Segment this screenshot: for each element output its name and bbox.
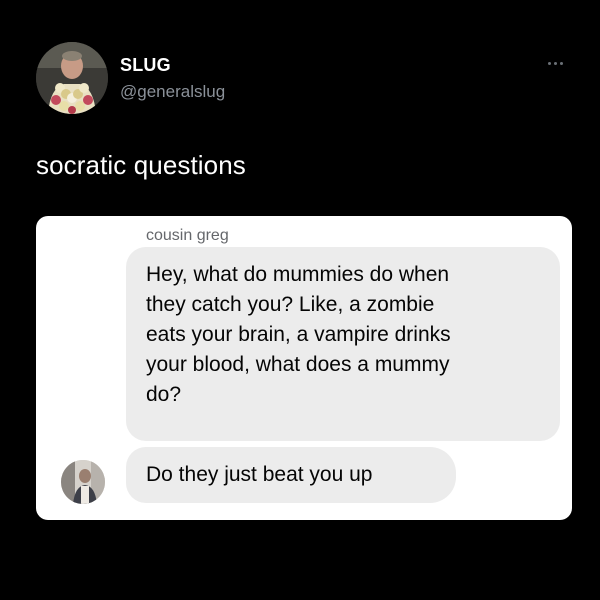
sender-avatar: [61, 460, 105, 504]
author-avatar[interactable]: [36, 42, 108, 114]
message-bubble: Hey, what do mummies do when they catch …: [126, 247, 560, 441]
dot: [548, 61, 551, 65]
message-screenshot-card[interactable]: cousin greg Hey, what do mummies do when…: [36, 216, 572, 520]
dot: [560, 61, 563, 65]
tweet-header: SLUG @generalslug: [36, 42, 576, 122]
more-options-icon[interactable]: [548, 58, 572, 68]
author-display-name[interactable]: SLUG: [120, 55, 171, 76]
message-bubble: Do they just beat you up: [126, 447, 456, 503]
sender-avatar-image: [61, 460, 105, 504]
tweet-text: socratic questions: [36, 150, 246, 180]
sender-name: cousin greg: [146, 227, 229, 244]
avatar-image: [36, 42, 108, 114]
dot: [554, 61, 557, 65]
author-handle[interactable]: @generalslug: [120, 82, 225, 102]
